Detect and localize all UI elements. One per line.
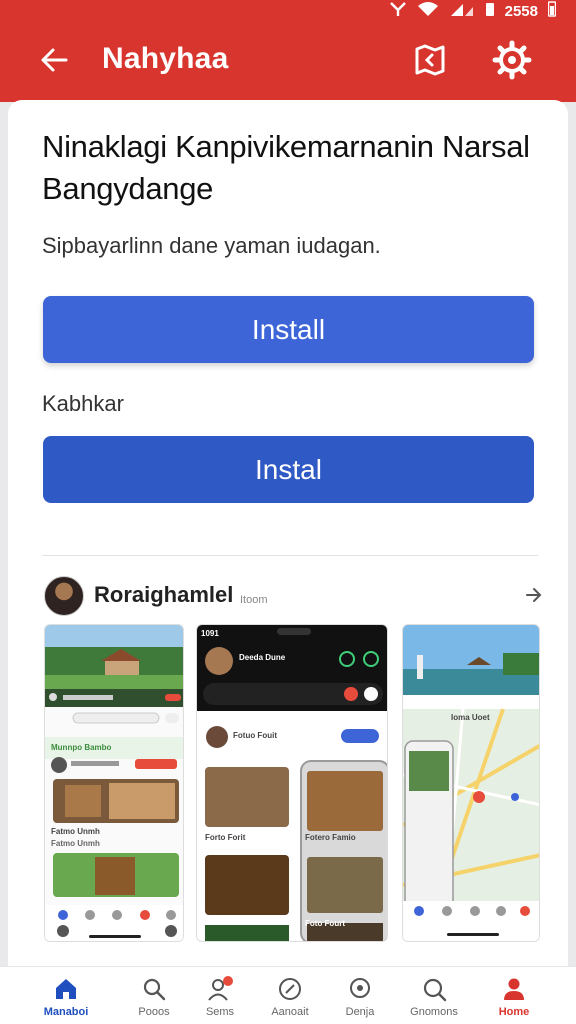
- screenshot-2[interactable]: 1091 Deeda Dune Fotuo Fouit Forto Forit …: [196, 624, 388, 942]
- nav-label-denja: Denja: [345, 1006, 375, 1018]
- map-button[interactable]: [408, 38, 452, 82]
- app-bar: Nahyhaa: [0, 22, 576, 102]
- section-label: Kabhkar: [42, 391, 124, 416]
- nav-item-pooos[interactable]: Pooos: [118, 975, 190, 1018]
- divider: [42, 555, 538, 556]
- map-icon: [415, 44, 445, 76]
- screenshot-2-card2: Fotero Famio: [305, 833, 356, 842]
- back-button[interactable]: [34, 40, 74, 80]
- wifi-icon: [417, 1, 439, 21]
- screenshot-1-row2: Fatmo Unmh: [51, 839, 100, 848]
- install-secondary-button[interactable]: Instal: [43, 436, 534, 503]
- screenshot-2-subtitle: Fotuo Fouit: [233, 731, 277, 740]
- nav-label-manaboi: Manaboi: [43, 1006, 89, 1018]
- screenshot-1-row1: Fatmo Unmh: [51, 827, 100, 836]
- nav-label-sems: Sems: [205, 1006, 235, 1018]
- search-icon: [423, 978, 447, 1002]
- home-icon: [56, 979, 76, 999]
- nav-label-aanoait: Aanoait: [271, 1006, 309, 1018]
- signal-icon: [449, 1, 475, 21]
- nav-item-gnomons[interactable]: Gnomons: [398, 975, 470, 1018]
- screenshot-1[interactable]: Munnpo Bambo Fatmo Unmh Fatmo Unmh: [44, 624, 184, 942]
- nav-label-home: Home: [498, 1006, 530, 1018]
- app-heading: Ninaklagi Kanpivikemarnanin Narsal Bangy…: [42, 129, 530, 206]
- developer-subtitle: Itoom: [240, 594, 268, 606]
- nav-label-pooos: Pooos: [138, 1006, 170, 1018]
- search-icon: [143, 978, 166, 1001]
- compass-icon: [279, 978, 301, 1000]
- developer-name: Roraighamlel: [94, 582, 234, 607]
- developer-avatar: [44, 576, 84, 616]
- nav-item-home[interactable]: Home: [478, 975, 550, 1018]
- screenshot-3-header: Ioma Uoet: [451, 713, 490, 722]
- settings-gear-icon: [492, 40, 532, 80]
- settings-button[interactable]: [490, 38, 534, 82]
- status-bar: 2558: [0, 0, 576, 22]
- nav-item-aanoait[interactable]: Aanoait: [254, 975, 326, 1018]
- screenshot-2-title: Deeda Dune: [239, 653, 286, 662]
- chevron-right-icon[interactable]: [522, 584, 544, 606]
- notification-icon: [389, 1, 407, 21]
- nav-label-gnomons: Gnomons: [410, 1006, 458, 1018]
- screenshot-1-header: Munnpo Bambo: [51, 743, 112, 752]
- app-subtext: Sipbayarlinn dane yaman iudagan.: [42, 233, 381, 258]
- screenshot-2-card3: Foto Fourt: [305, 919, 345, 928]
- nav-item-manaboi[interactable]: Manaboi: [30, 975, 102, 1018]
- screenshot-2-time: 1091: [201, 629, 219, 638]
- nav-item-sems[interactable]: Sems: [184, 975, 256, 1018]
- install-button[interactable]: Install: [43, 296, 534, 363]
- screenshot-3[interactable]: Ioma Uoet: [402, 624, 540, 942]
- battery-icon: [485, 1, 495, 21]
- location-pin-icon: [350, 978, 370, 998]
- profile-icon: [504, 978, 524, 1000]
- screenshot-2-card1: Forto Forit: [205, 833, 246, 842]
- screenshot-1-scene: [45, 625, 183, 941]
- status-icons: 2558: [389, 1, 557, 21]
- app-detail-card: Ninaklagi Kanpivikemarnanin Narsal Bangy…: [8, 100, 568, 1024]
- bottom-navigation: Manaboi Pooos Sems Aanoait Denja Gnomons…: [0, 966, 576, 1024]
- app-title: Nahyhaa: [102, 42, 229, 75]
- developer-row[interactable]: Roraighamlel Itoom: [44, 574, 544, 618]
- arrow-left-icon: [41, 48, 68, 72]
- screenshot-2-scene: [197, 625, 387, 941]
- nav-item-denja[interactable]: Denja: [324, 975, 396, 1018]
- status-time: 2558: [504, 2, 538, 20]
- people-icon: [208, 976, 233, 1001]
- screenshot-3-scene: [403, 625, 539, 941]
- battery-level-icon: [547, 1, 557, 21]
